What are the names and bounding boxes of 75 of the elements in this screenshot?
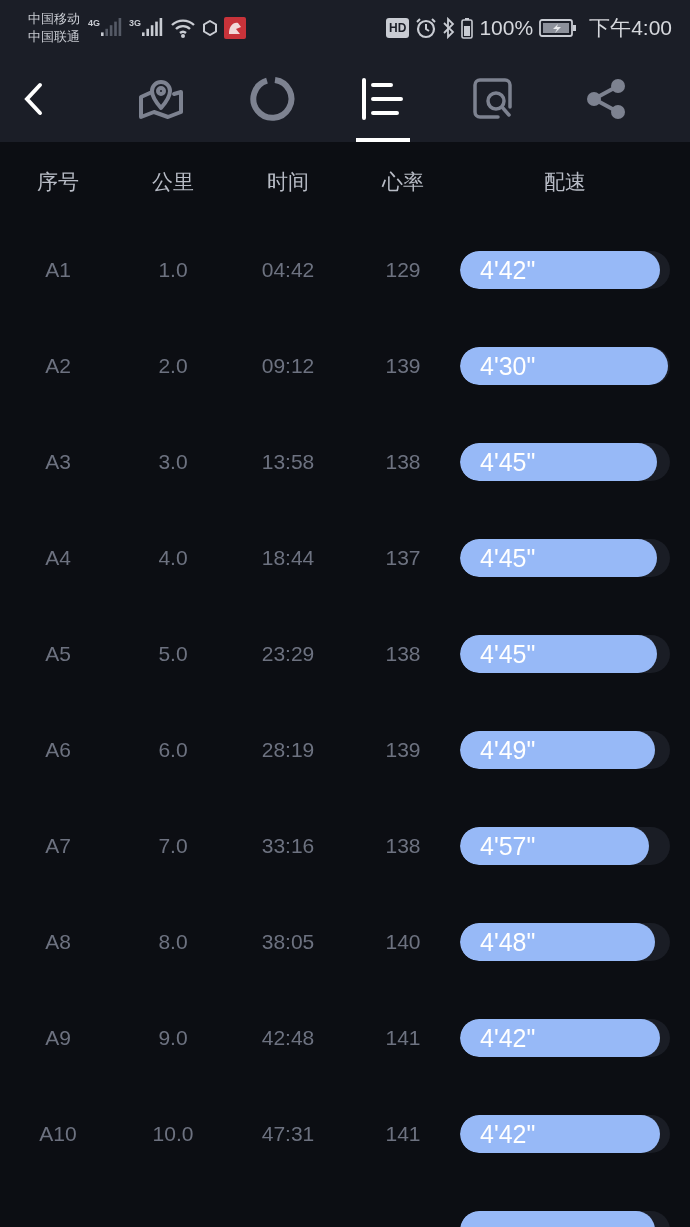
clock-time: 下午4:00	[589, 15, 672, 41]
table-cell: 09:12	[261, 354, 315, 378]
table-cell: 138	[385, 834, 421, 858]
table-cell: 5.0	[158, 642, 188, 666]
pace-value: 4'45"	[480, 447, 536, 477]
table-cell: 129	[385, 258, 421, 282]
list-icon	[361, 77, 406, 121]
signal-icon	[101, 18, 123, 38]
column-header: 心率	[382, 169, 424, 195]
network-type: 4G	[88, 18, 100, 28]
table-cell: A7	[45, 834, 71, 858]
table-cell: 42:48	[261, 1026, 315, 1050]
pace-value: 4'45"	[480, 543, 536, 573]
table-cell: A2	[45, 354, 71, 378]
column-header: 序号	[37, 169, 79, 195]
table-cell: 138	[385, 450, 421, 474]
table-cell: 7.0	[158, 834, 188, 858]
table-cell: A10	[39, 1122, 77, 1146]
pace-value: 4'42"	[480, 255, 536, 285]
alarm-icon	[415, 17, 438, 39]
table-cell: 140	[385, 930, 421, 954]
back-icon	[22, 82, 43, 116]
table-cell: 3.0	[158, 450, 188, 474]
charging-battery-icon	[539, 18, 578, 38]
pace-value: 4'42"	[480, 1023, 536, 1053]
carrier-name: 中国移动	[28, 11, 80, 27]
column-header: 时间	[267, 169, 309, 195]
table-cell: 9.0	[158, 1026, 188, 1050]
table-cell: 8.0	[158, 930, 188, 954]
table-cell: A3	[45, 450, 71, 474]
pace-value: 4'30"	[480, 351, 536, 381]
hexagon-icon	[202, 20, 219, 36]
app-icon	[224, 17, 247, 39]
table-cell: A6	[45, 738, 71, 762]
column-header: 配速	[544, 169, 586, 195]
pace-value: 4'45"	[480, 639, 536, 669]
table-cell: A8	[45, 930, 71, 954]
table-cell: A4	[45, 546, 71, 570]
table-cell: A9	[45, 1026, 71, 1050]
table-cell: 4.0	[158, 546, 188, 570]
table-cell: 18:44	[261, 546, 315, 570]
bluetooth-icon	[443, 17, 456, 39]
carrier-name: 中国联通	[28, 29, 80, 45]
battery-percent: 100%	[479, 16, 534, 40]
wifi-icon	[170, 18, 197, 38]
table-cell: 47:31	[261, 1122, 315, 1146]
table-cell: 1.0	[158, 258, 188, 282]
table-cell: A1	[45, 258, 71, 282]
pace-value: 4'42"	[480, 1119, 536, 1149]
table-cell: 13:58	[261, 450, 315, 474]
table-cell: 38:05	[261, 930, 315, 954]
pace-value: 4'48"	[480, 927, 536, 957]
table-cell: A5	[45, 642, 71, 666]
battery-icon	[461, 17, 474, 39]
table-cell: 04:42	[261, 258, 315, 282]
map-pin-icon	[137, 78, 184, 120]
table-cell: 141	[385, 1122, 421, 1146]
table-cell: 28:19	[261, 738, 315, 762]
table-cell: 10.0	[152, 1122, 194, 1146]
hd-badge: HD	[386, 18, 410, 38]
table-cell: 138	[385, 642, 421, 666]
table-cell: 23:29	[261, 642, 315, 666]
table-cell: 2.0	[158, 354, 188, 378]
ring-icon	[248, 76, 295, 122]
table-cell: 141	[385, 1026, 421, 1050]
pace-value: 4'57"	[480, 831, 536, 861]
table-cell: 6.0	[158, 738, 188, 762]
pace-value: 4'49"	[480, 735, 536, 765]
network-type: 3G	[129, 18, 142, 28]
table-cell: 139	[385, 738, 421, 762]
table-cell: 33:16	[261, 834, 315, 858]
signal-icon	[142, 18, 165, 38]
table-cell: 139	[385, 354, 421, 378]
column-header: 公里	[152, 169, 194, 195]
table-cell: 137	[385, 546, 421, 570]
